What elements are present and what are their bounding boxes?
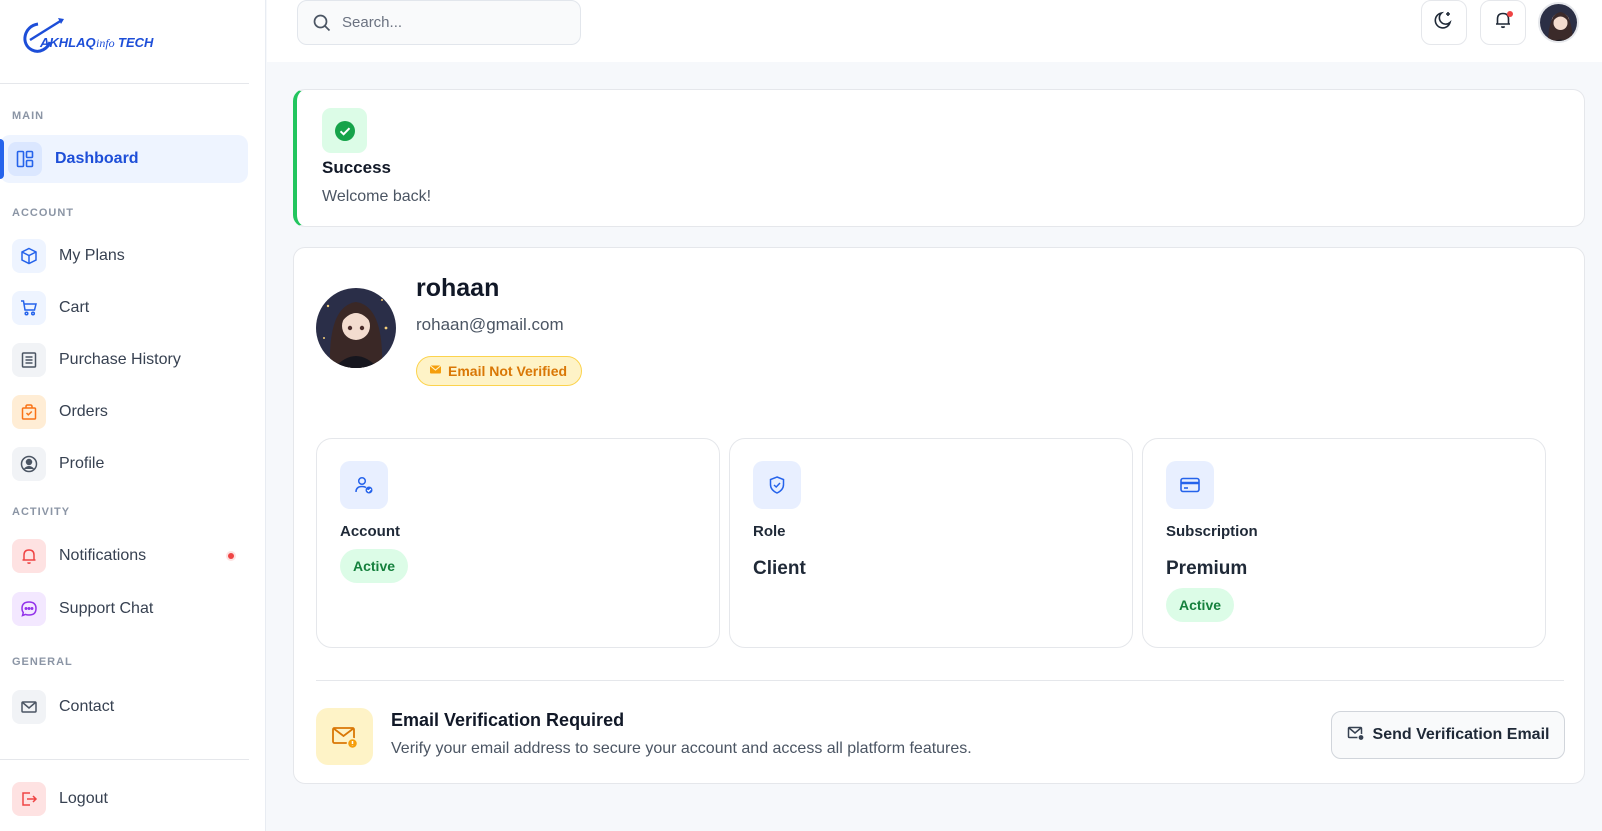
verification-description: Verify your email address to secure your… <box>391 740 972 757</box>
mail-warning-icon <box>429 363 442 379</box>
section-label-activity: ACTIVITY <box>12 506 71 518</box>
sidebar-item-label: Notifications <box>59 547 147 564</box>
stat-title: Role <box>753 523 786 540</box>
stat-card-subscription: Subscription Premium Active <box>1142 438 1546 648</box>
success-alert: Success Welcome back! <box>293 89 1585 227</box>
sidebar-item-label: Support Chat <box>59 600 154 617</box>
sidebar-item-label: Dashboard <box>55 150 139 167</box>
logo-divider <box>0 83 249 84</box>
mail-icon <box>12 690 46 724</box>
section-label-general: GENERAL <box>12 656 73 668</box>
sidebar-item-profile[interactable]: Profile <box>4 440 248 488</box>
email-status-label: Email Not Verified <box>448 363 568 379</box>
sidebar-item-label: My Plans <box>59 247 125 264</box>
mail-send-icon <box>1347 724 1365 747</box>
bell-icon <box>12 539 46 573</box>
search-box[interactable] <box>297 0 581 45</box>
email-status-badge: Email Not Verified <box>416 356 583 386</box>
sidebar-item-support-chat[interactable]: Support Chat <box>4 585 248 633</box>
chat-icon <box>12 592 46 626</box>
sidebar-item-my-plans[interactable]: My Plans <box>4 232 248 280</box>
shield-check-icon <box>753 461 801 509</box>
layout-icon <box>8 142 42 176</box>
sidebar-item-orders[interactable]: Orders <box>4 388 248 436</box>
status-badge: Active <box>340 549 409 583</box>
sidebar-item-label: Profile <box>59 455 105 472</box>
profile-card: rohaan rohaan@gmail.com Email Not Verifi… <box>293 247 1585 784</box>
section-label-main: MAIN <box>12 110 45 122</box>
theme-toggle-button[interactable] <box>1421 0 1467 45</box>
sidebar-item-label: Cart <box>59 299 90 316</box>
notifications-button[interactable] <box>1480 0 1526 45</box>
moon-icon <box>1433 9 1455 36</box>
sidebar-item-contact[interactable]: Contact <box>4 683 248 731</box>
verification-title: Email Verification Required <box>391 710 625 730</box>
stat-value: Client <box>753 558 806 579</box>
sidebar-item-label: Logout <box>59 790 108 807</box>
section-divider <box>316 680 1564 681</box>
profile-username: rohaan <box>416 274 500 302</box>
credit-card-icon <box>1166 461 1214 509</box>
user-check-icon <box>340 461 388 509</box>
stat-card-role: Role Client <box>729 438 1133 648</box>
user-avatar-button[interactable] <box>1538 2 1579 43</box>
sidebar-bottom-divider <box>0 759 249 760</box>
avatar <box>316 288 396 368</box>
profile-email: rohaan@gmail.com <box>416 315 564 334</box>
user-circle-icon <box>12 447 46 481</box>
sidebar-item-label: Orders <box>59 403 108 420</box>
sidebar-item-purchase-history[interactable]: Purchase History <box>4 336 248 384</box>
stat-title: Subscription <box>1166 523 1258 540</box>
svg-text:info: info <box>96 36 115 50</box>
mail-alert-icon <box>316 708 373 765</box>
logout-icon <box>12 782 46 816</box>
box-icon <box>12 239 46 273</box>
button-label: Send Verification Email <box>1372 726 1550 743</box>
sidebar-item-dashboard[interactable]: Dashboard <box>0 135 248 183</box>
sidebar-item-logout[interactable]: Logout <box>4 775 248 823</box>
svg-text:TECH: TECH <box>118 35 154 50</box>
alert-title: Success <box>322 158 391 177</box>
sidebar-item-label: Purchase History <box>59 351 181 368</box>
search-icon <box>312 13 332 33</box>
svg-text:AKHLAQ: AKHLAQ <box>39 35 96 50</box>
bag-icon <box>12 395 46 429</box>
check-circle-icon <box>322 108 367 153</box>
sidebar-item-notifications[interactable]: Notifications <box>4 532 248 580</box>
send-verification-email-button[interactable]: Send Verification Email <box>1331 711 1565 759</box>
stat-card-account: Account Active <box>316 438 720 648</box>
status-badge: Active <box>1166 588 1235 622</box>
sidebar-item-label: Contact <box>59 698 115 715</box>
brand-logo[interactable]: AKHLAQ info TECH <box>18 14 168 58</box>
topbar <box>267 0 1602 62</box>
notification-dot <box>228 553 234 559</box>
search-input[interactable] <box>342 14 562 31</box>
stat-title: Account <box>340 523 400 540</box>
sidebar: AKHLAQ info TECH MAIN Dashboard ACCOUNT … <box>0 0 266 831</box>
stat-value: Premium <box>1166 558 1248 579</box>
cart-icon <box>12 291 46 325</box>
notification-dot <box>1507 11 1513 17</box>
alert-message: Welcome back! <box>322 188 432 205</box>
section-label-account: ACCOUNT <box>12 207 74 219</box>
receipt-icon <box>12 343 46 377</box>
sidebar-item-cart[interactable]: Cart <box>4 284 248 332</box>
